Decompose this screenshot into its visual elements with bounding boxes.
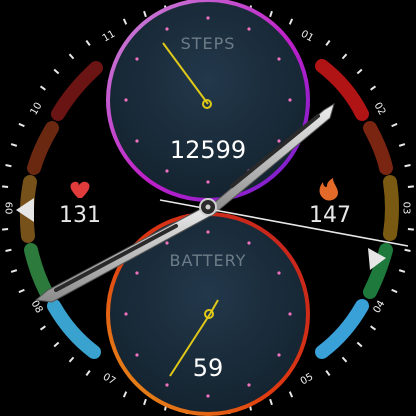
subdial-dot: [247, 383, 251, 387]
bezel-tick: [2, 228, 9, 231]
bezel-tick: [122, 391, 128, 398]
bezel-tick: [325, 39, 331, 46]
calorie-arc-seg-1: [315, 59, 369, 121]
calories-widget[interactable]: 147: [309, 178, 351, 228]
calorie-arc-seg-5: [315, 299, 369, 359]
hour-numeral: 03: [401, 202, 412, 215]
bezel-tick: [341, 356, 348, 363]
bezel-tick: [53, 341, 60, 348]
bezel-tick: [391, 122, 398, 128]
bezel-tick: [407, 185, 414, 188]
subdial-dot: [277, 271, 281, 275]
subdial-dot: [247, 27, 251, 31]
bezel-tick: [143, 10, 147, 18]
subdial-dot: [135, 353, 139, 357]
heart-rate-value: 131: [59, 203, 101, 228]
bezel-tick: [269, 10, 273, 18]
steps-subdial: STEPS 12599: [106, 0, 310, 202]
bezel-tick: [407, 228, 414, 231]
bezel-tick: [68, 356, 75, 363]
heart-arc-seg-4: [24, 243, 53, 299]
heart-rate-widget[interactable]: 131: [59, 181, 101, 228]
bezel-tick: [68, 53, 75, 60]
bezel-tick: [370, 325, 377, 331]
calorie-arc-seg-3: [383, 175, 399, 241]
bezel-tick: [398, 143, 406, 147]
bezel-tick: [288, 391, 294, 398]
bezel-tick: [85, 370, 91, 377]
subdial-dot: [165, 383, 169, 387]
steps-label: STEPS: [181, 34, 236, 53]
hour-numeral: 10: [29, 101, 45, 118]
subdial-dot: [135, 57, 139, 61]
subdial-dot: [288, 98, 292, 102]
bezel-tick: [18, 122, 25, 128]
bezel-tick: [391, 288, 398, 294]
steps-value: 12599: [170, 136, 246, 164]
bezel-tick: [404, 248, 411, 253]
subdial-dot: [206, 180, 210, 184]
subdial-dot: [135, 139, 139, 143]
hour-numeral: 02: [372, 101, 388, 118]
bezel-tick: [341, 53, 348, 60]
hour-numeral: 01: [299, 29, 316, 45]
subdial-dot: [135, 271, 139, 275]
bezel-tick: [404, 163, 411, 168]
subdial-dot: [206, 230, 210, 234]
subdial-dot: [165, 27, 169, 31]
heart-arc-seg-5: [47, 299, 101, 359]
battery-label: BATTERY: [170, 251, 247, 270]
subdial-dot: [206, 16, 210, 20]
watch-face: 1011 0102030405070809 STEPS 12599 BATTERY…: [2, 0, 414, 416]
subdial-dot: [288, 312, 292, 316]
bezel-tick: [39, 85, 46, 91]
calorie-arc-seg-2: [363, 121, 393, 175]
bezel-tick: [143, 398, 147, 406]
heart-arc-seg-1: [51, 61, 103, 121]
bezel-tick: [10, 143, 18, 147]
bezel-tick: [18, 288, 25, 294]
subdial-dot: [165, 241, 169, 245]
hour-numeral: 04: [372, 299, 388, 316]
bezel-tick: [2, 185, 9, 188]
subdial-dot: [206, 394, 210, 398]
subdial-dot: [277, 57, 281, 61]
center-pin: [205, 204, 211, 210]
bezel-tick: [122, 18, 128, 25]
heart-icon: [70, 181, 90, 198]
hour-numeral: 09: [5, 202, 16, 215]
bezel-tick: [10, 269, 18, 273]
bezel-tick: [356, 341, 363, 348]
flame-icon: [319, 178, 338, 201]
bezel-tick: [53, 68, 60, 75]
heart-arc-seg-2: [27, 121, 59, 175]
subdial-dot: [124, 98, 128, 102]
bezel-tick: [85, 39, 91, 46]
subdial-dot: [124, 312, 128, 316]
hour-numeral: 07: [101, 372, 118, 388]
hour-numeral: 05: [299, 372, 316, 388]
hour-numeral: 11: [101, 29, 118, 45]
bezel-tick: [325, 370, 331, 377]
subdial-dot: [247, 241, 251, 245]
bezel-tick: [269, 398, 273, 406]
subdial-dot: [165, 169, 169, 173]
subdial-dot: [277, 139, 281, 143]
calories-value: 147: [309, 203, 351, 228]
bezel-tick: [5, 248, 12, 253]
bezel-tick: [356, 68, 363, 75]
subdial-dot: [277, 353, 281, 357]
bezel-tick: [288, 18, 294, 25]
bezel-tick: [5, 163, 12, 168]
battery-value: 59: [193, 354, 224, 382]
bezel-tick: [398, 269, 406, 273]
bezel-tick: [39, 325, 46, 331]
bezel-tick: [370, 85, 377, 91]
